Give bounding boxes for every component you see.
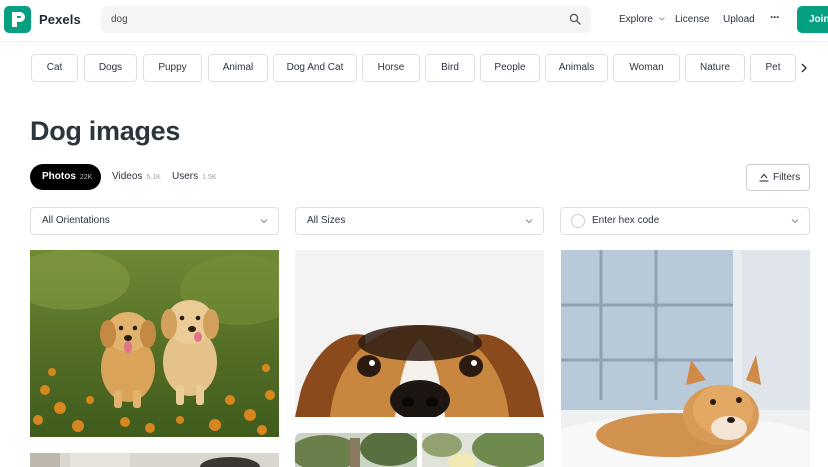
join-button[interactable]: Join — [797, 6, 828, 33]
tab-photos-count: 22K — [79, 174, 93, 181]
chevron-down-icon — [525, 219, 533, 224]
orientation-value: All Orientations — [42, 215, 110, 226]
chip-puppy[interactable]: Puppy — [143, 54, 202, 82]
tab-users[interactable]: Users 1.5K — [172, 171, 217, 182]
search-input[interactable] — [111, 11, 551, 28]
nav-license[interactable]: License — [675, 14, 709, 25]
search-bar — [101, 6, 591, 33]
tab-videos[interactable]: Videos 5.1K — [112, 171, 161, 182]
photo-golden-puppies[interactable] — [30, 250, 279, 437]
nav-explore[interactable]: Explore — [619, 14, 665, 25]
more-menu-icon[interactable]: ··· — [770, 10, 780, 24]
photo-dog-peeking[interactable] — [295, 250, 544, 417]
orientation-select[interactable]: All Orientations — [30, 207, 279, 235]
top-header: Pexels Explore License Upload ··· Join — [0, 0, 828, 40]
tab-users-count: 1.5K — [202, 174, 217, 181]
chip-pet[interactable]: Pet — [750, 54, 796, 82]
color-placeholder: Enter hex code — [592, 215, 660, 226]
chip-cat[interactable]: Cat — [31, 54, 78, 82]
chevron-down-icon — [260, 219, 268, 224]
nav-explore-label: Explore — [619, 14, 653, 25]
color-swatch-icon — [571, 214, 585, 228]
photo-partial-bottom-left[interactable] — [30, 453, 279, 467]
chip-people[interactable]: People — [480, 54, 540, 82]
page-title: Dog images — [30, 116, 181, 146]
tab-photos-label: Photos — [42, 171, 76, 182]
brand-name[interactable]: Pexels — [39, 12, 81, 27]
photo-shiba-window[interactable] — [561, 250, 810, 467]
chip-bird[interactable]: Bird — [425, 54, 475, 82]
tab-videos-count: 5.1K — [146, 174, 161, 181]
search-icon[interactable] — [569, 13, 581, 25]
tab-videos-label: Videos — [112, 171, 143, 182]
nav-upload[interactable]: Upload — [723, 14, 755, 25]
chip-animals[interactable]: Animals — [545, 54, 608, 82]
size-select[interactable]: All Sizes — [295, 207, 544, 235]
related-searches: Cat Dogs Puppy Animal Dog And Cat Horse … — [31, 54, 828, 82]
filters-button[interactable]: Filters — [746, 164, 810, 191]
photo-partial-bottom-middle-1[interactable] — [295, 433, 417, 467]
chip-nature[interactable]: Nature — [685, 54, 745, 82]
size-value: All Sizes — [307, 215, 346, 226]
color-select[interactable]: Enter hex code — [560, 207, 810, 235]
chip-dogs[interactable]: Dogs — [84, 54, 137, 82]
chevron-down-icon — [658, 17, 665, 21]
chevron-right-icon[interactable] — [798, 61, 810, 75]
tab-photos[interactable]: Photos 22K — [30, 164, 101, 190]
pexels-logo-icon[interactable] — [4, 6, 31, 33]
header-divider — [0, 41, 828, 42]
filters-label: Filters — [773, 172, 801, 183]
tab-users-label: Users — [172, 171, 199, 182]
chip-dog-and-cat[interactable]: Dog And Cat — [273, 54, 357, 82]
photo-partial-bottom-middle-2[interactable] — [422, 433, 544, 467]
chip-animal[interactable]: Animal — [208, 54, 268, 82]
chip-woman[interactable]: Woman — [613, 54, 680, 82]
chip-horse[interactable]: Horse — [362, 54, 420, 82]
chevron-down-icon — [791, 219, 799, 224]
filter-icon — [759, 173, 769, 182]
